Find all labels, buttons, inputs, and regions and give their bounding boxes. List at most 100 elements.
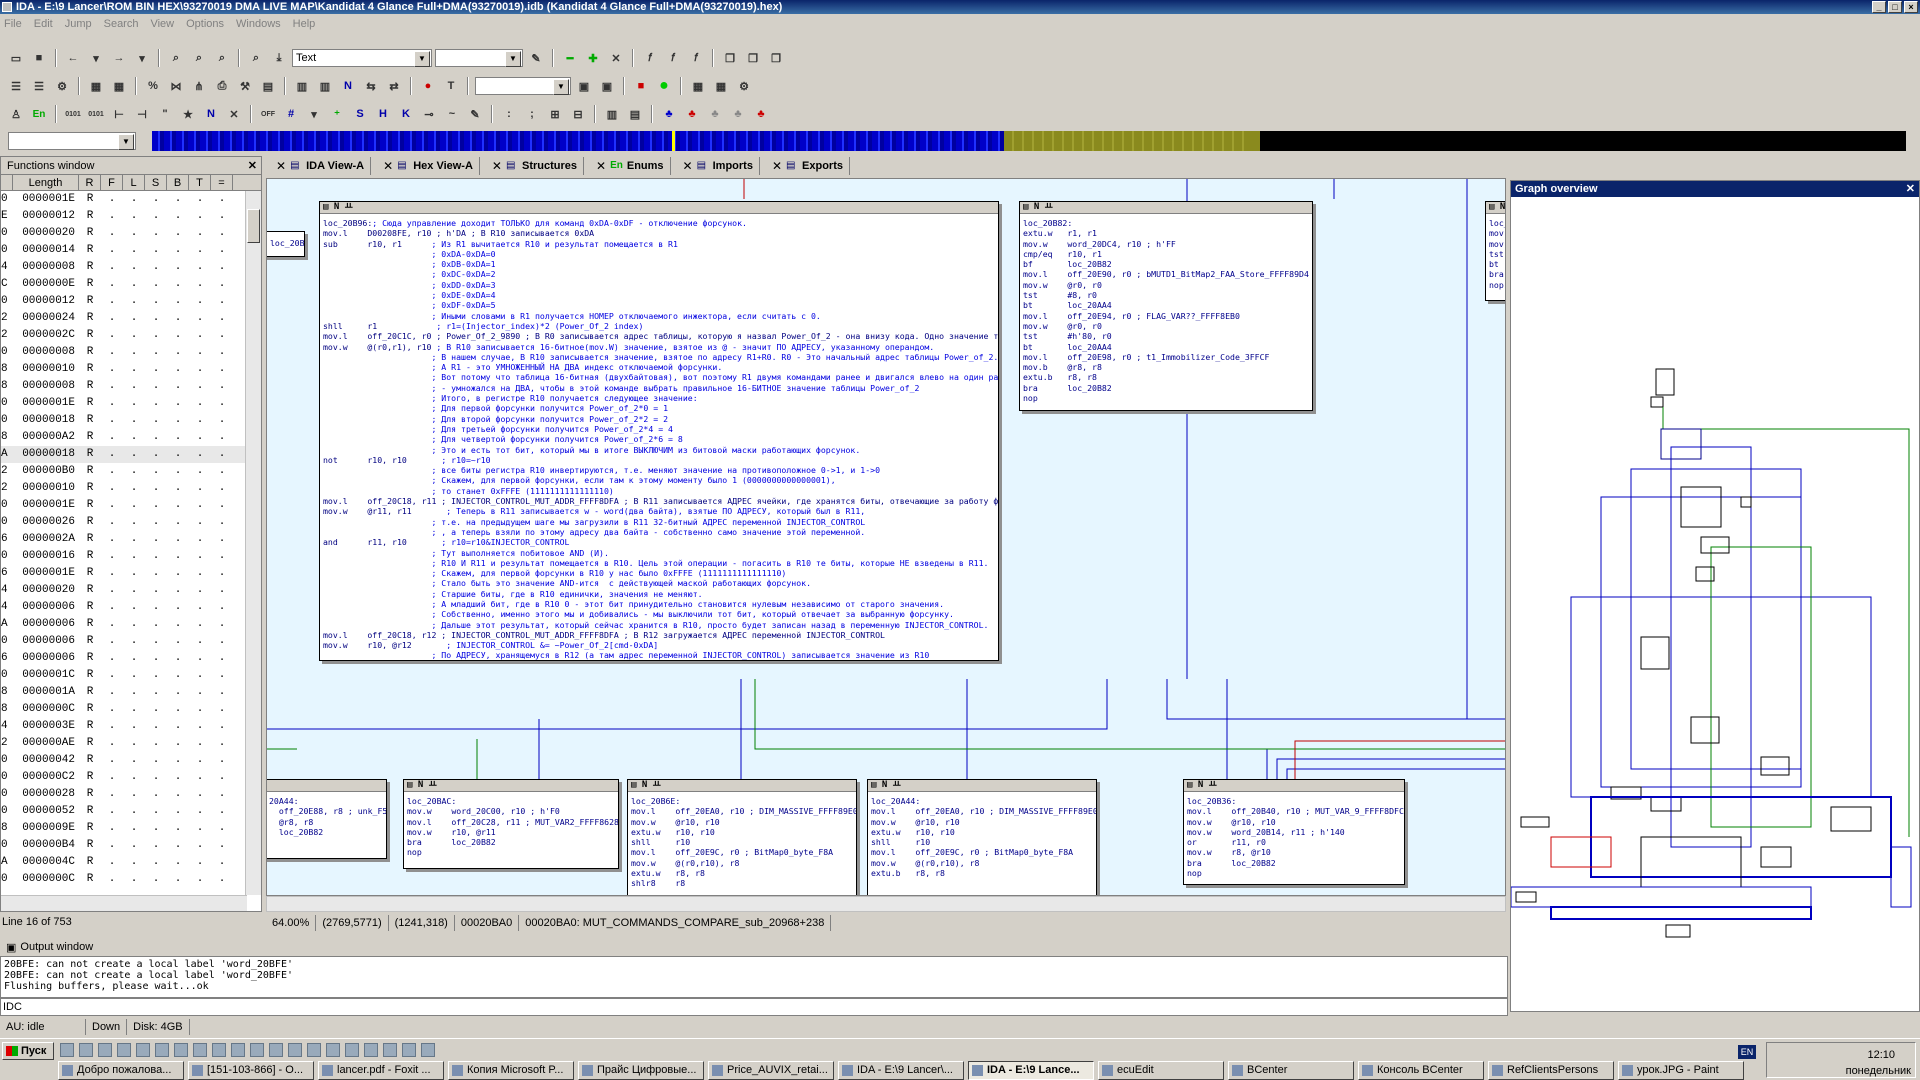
graph-hscroll[interactable] (266, 896, 1506, 912)
tab-imports[interactable]: ✕ ▤ Imports (677, 157, 760, 175)
code-line[interactable]: loc_20A44: (868, 796, 1096, 806)
code-line[interactable]: loc_20B96:; Сюда управление доходит ТОЛЬ… (320, 218, 998, 228)
code-line[interactable]: nop (1020, 393, 1312, 403)
task-button[interactable]: Price_AUVIX_retai... (708, 1061, 834, 1080)
code-line[interactable]: ; 0xDA-0xDA=0 (320, 249, 998, 259)
code-line[interactable]: ; Иными словами в R1 получается НОМЕР от… (320, 311, 998, 321)
text-icon[interactable]: T (441, 76, 461, 96)
code-line[interactable]: mov.w @(r0,r1), r10 ; В R10 записывается… (320, 342, 998, 352)
code-line[interactable]: ; По АДРЕСУ, хранящемуся в R12 (а там ад… (320, 650, 998, 660)
debug-icon[interactable]: ▣ (574, 76, 594, 96)
function-row[interactable]: 4 00000020 R...... (1, 582, 261, 599)
binoculars-icon[interactable]: ⌕ (189, 48, 209, 68)
close-icon[interactable]: ✕ (248, 159, 257, 172)
minus-icon[interactable]: ━ (560, 48, 580, 68)
graph-block-bottom-5[interactable]: ▤ N ㅛ loc_20B36: mov.l off_20B40, r10 ; M… (1183, 779, 1405, 885)
quicklaunch-icon[interactable] (231, 1043, 245, 1057)
function-row[interactable]: 4 00000006 R...... (1, 599, 261, 616)
quicklaunch-icon[interactable] (421, 1043, 435, 1057)
menu-item-help[interactable]: Help (293, 18, 316, 30)
code-line[interactable]: ; Тут выполняется побитовое AND (И). (320, 548, 998, 558)
list-icon[interactable]: ☰ (6, 76, 26, 96)
functions-hscroll[interactable] (1, 895, 247, 911)
enum-icon[interactable]: En (29, 104, 49, 124)
chart-icon[interactable]: ▤ (258, 76, 278, 96)
function-icon[interactable]: 𝑓 (640, 48, 660, 68)
navigation-band[interactable] (152, 131, 1906, 151)
code-line[interactable]: mov.l off_20C18, r12 ; INJECTOR_CONTROL_… (320, 630, 998, 640)
chevron-down-icon[interactable]: ▾ (86, 48, 106, 68)
name-icon[interactable]: N (201, 104, 221, 124)
column-header[interactable]: = (211, 175, 233, 190)
code-line[interactable]: bra loc_20B82 (1020, 383, 1312, 393)
code-line[interactable]: or r11, r0 (1184, 837, 1404, 847)
colon-icon[interactable]: : (499, 104, 519, 124)
code-line[interactable]: mov.w word_20C00, r10 ; h'F0 (404, 806, 618, 816)
quicklaunch-icon[interactable] (250, 1043, 264, 1057)
code-line[interactable]: tst #8, r0 (1020, 290, 1312, 300)
grid-icon[interactable]: ▦ (109, 76, 129, 96)
task-button[interactable]: урок.JPG - Paint (1618, 1061, 1744, 1080)
tab-enums[interactable]: ✕ En Enums (590, 157, 671, 175)
code-line[interactable]: extu.w r1, r1 (1020, 228, 1312, 238)
graph-block-bottom-4[interactable]: ▤ N ㅛ loc_20A44: mov.l off_20EA0, r10 ; D… (867, 779, 1097, 895)
code-line[interactable]: mov.l off_20EA0, r10 ; DIM_MASSIVE_FFFF8… (868, 806, 1096, 816)
close-icon[interactable]: ✕ (772, 159, 782, 173)
function-row[interactable]: 6 0000002A R...... (1, 531, 261, 548)
tab-ida-view-a[interactable]: ✕ ▤ IDA View-A (270, 157, 372, 175)
function-row[interactable]: 0 00000006 R...... (1, 633, 261, 650)
flowchart-icon[interactable]: ♣ (682, 104, 702, 124)
function-row[interactable]: 4 00000008 R...... (1, 259, 261, 276)
breakpoint-icon[interactable]: ● (418, 76, 438, 96)
close-icon[interactable]: ✕ (596, 159, 606, 173)
code-line[interactable]: mov.w @r10, r10 (628, 817, 856, 827)
function-icon[interactable]: 𝑓 (663, 48, 683, 68)
code-line[interactable]: mov.l off_20C1C, r0 ; Power_Of_2_9890 ; … (320, 331, 998, 341)
code-line[interactable]: 20A44: (267, 796, 386, 806)
code-line[interactable]: mov.w r10, @r12 ; INJECTOR_CONTROL &= ~P… (320, 640, 998, 650)
window-icon[interactable]: ❐ (720, 48, 740, 68)
code-line[interactable]: mov.w @r10, r10 (868, 817, 1096, 827)
code-line[interactable]: mov. (1486, 228, 1505, 238)
binoculars-icon[interactable]: ⌕ (166, 48, 186, 68)
stop-icon[interactable]: ■ (631, 76, 651, 96)
code-line[interactable]: shll r10 (868, 837, 1096, 847)
code-line[interactable]: ; Для первой форсунки получится Power_of… (320, 403, 998, 413)
function-row[interactable]: C 0000000E R...... (1, 276, 261, 293)
code-line[interactable]: mov.w word_20DC4, r10 ; h'FF (1020, 239, 1312, 249)
function-row[interactable]: 0 00000014 R...... (1, 242, 261, 259)
function-row[interactable]: 0 00000008 R...... (1, 344, 261, 361)
function-row[interactable]: 2 000000AE R...... (1, 735, 261, 752)
binoculars-icon[interactable]: ⌕ (212, 48, 232, 68)
code-line[interactable]: ; 0xDE-0xDA=4 (320, 290, 998, 300)
menu-item-search[interactable]: Search (104, 18, 139, 30)
quicklaunch-icon[interactable] (60, 1043, 74, 1057)
menu-item-view[interactable]: View (150, 18, 174, 30)
code-line[interactable]: bra loc_20B82 (404, 837, 618, 847)
function-row[interactable]: 8 000000A2 R...... (1, 429, 261, 446)
code-line[interactable]: ; 0xDC-0xDA=2 (320, 269, 998, 279)
percent-icon[interactable]: % (143, 76, 163, 96)
function-row[interactable]: 8 00000008 R...... (1, 378, 261, 395)
array-icon[interactable]: ⊟ (568, 104, 588, 124)
code-line[interactable]: loc_20BAC: (404, 796, 618, 806)
mode-combo[interactable]: Text (292, 49, 432, 67)
chart-icon[interactable]: ▤ (625, 104, 645, 124)
column-header[interactable]: L (123, 175, 145, 190)
code-line[interactable]: mov.w @r10, r10 (1184, 817, 1404, 827)
code-line[interactable]: mov.l off_20E9C, r0 ; BitMap0_byte_F8A (628, 847, 856, 857)
code-line[interactable]: ; т.е. на предыдущем шаге мы загрузили в… (320, 517, 998, 527)
menu-item-edit[interactable]: Edit (34, 18, 53, 30)
task-button[interactable]: RefClientsPersons (1488, 1061, 1614, 1080)
menu-item-file[interactable]: File (4, 18, 22, 30)
minimize-button[interactable]: _ (1872, 1, 1886, 13)
functions-vscroll[interactable] (245, 191, 261, 895)
function-icon[interactable]: 𝑓 (686, 48, 706, 68)
code-line[interactable]: ; Скажем, для первой форсунки, если там … (320, 475, 998, 485)
function-row[interactable]: 2 0000002C R...... (1, 327, 261, 344)
task-button[interactable]: ecuEdit (1098, 1061, 1224, 1080)
code-line[interactable]: ; Итого, в регистре R10 получается следу… (320, 393, 998, 403)
function-row[interactable]: 2 000000B0 R...... (1, 463, 261, 480)
close-icon[interactable]: ✕ (606, 48, 626, 68)
chart-icon[interactable]: ▥ (602, 104, 622, 124)
